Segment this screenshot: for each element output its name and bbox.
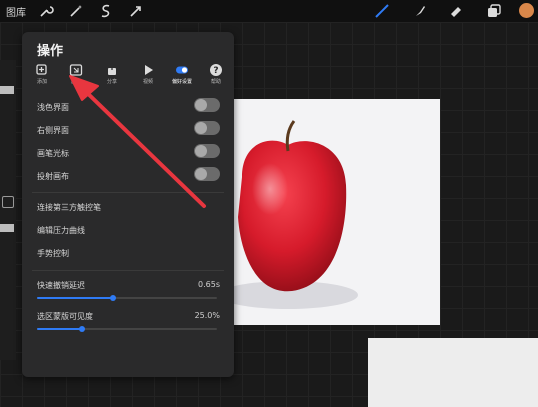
help-icon: ? (210, 64, 222, 76)
smudge-icon[interactable] (412, 3, 428, 19)
eraser-icon[interactable] (448, 3, 464, 19)
tab-add[interactable]: 添加 (27, 62, 57, 92)
side-toolbar (0, 60, 16, 360)
slider-label-selection-mask: 选区蒙版可见度 (37, 312, 93, 321)
add-icon (36, 64, 47, 75)
wrench-icon[interactable] (38, 3, 54, 19)
selection-icon[interactable] (98, 3, 114, 19)
toggle-light-interface[interactable] (194, 98, 220, 112)
canvas-image (232, 99, 440, 325)
toggle-label-light-interface: 浅色界面 (37, 103, 69, 112)
divider (32, 270, 224, 271)
slider-undo-delay[interactable] (37, 295, 217, 301)
canvas-corner (368, 338, 538, 407)
tab-preferences[interactable]: 偏好设置 (167, 62, 197, 92)
transform-icon[interactable] (128, 3, 144, 19)
modify-button[interactable] (2, 196, 14, 208)
slider-value-undo-delay: 0.65s (198, 280, 220, 289)
brush-icon[interactable] (374, 3, 390, 19)
canvas-icon (69, 64, 83, 76)
prefs-toggle-icon (176, 66, 188, 74)
actions-tabs: 添加 画布 分享 视频 偏好设置 ? 帮助 (27, 62, 229, 92)
slider-label-undo-delay: 快速撤销延迟 (37, 281, 85, 290)
magic-wand-icon[interactable] (68, 3, 84, 19)
toggle-label-brush-cursor: 画笔光标 (37, 149, 69, 158)
color-swatch[interactable] (519, 3, 534, 18)
slider-value-selection-mask: 25.0% (194, 311, 220, 320)
svg-text:?: ? (213, 66, 218, 76)
share-icon (108, 63, 116, 75)
toggle-project-canvas[interactable] (194, 167, 220, 181)
video-icon (145, 65, 153, 75)
link-connect-stylus[interactable]: 连接第三方触控笔 (37, 202, 101, 213)
tab-canvas[interactable]: 画布 (61, 62, 91, 92)
layers-icon[interactable] (486, 3, 502, 19)
toggle-brush-cursor[interactable] (194, 144, 220, 158)
tab-video[interactable]: 视频 (133, 62, 163, 92)
apple-image (232, 120, 358, 309)
link-gesture-controls[interactable]: 手势控制 (37, 248, 69, 259)
toggle-right-interface[interactable] (194, 121, 220, 135)
slider-selection-mask[interactable] (37, 326, 217, 332)
top-bar: 图库 (0, 0, 538, 22)
gallery-button[interactable]: 图库 (6, 4, 26, 19)
divider (32, 192, 224, 193)
opacity-slider[interactable] (0, 224, 14, 232)
slider-knob[interactable] (79, 326, 85, 332)
slider-knob[interactable] (109, 295, 116, 301)
tab-share[interactable]: 分享 (97, 62, 127, 92)
toggle-label-project-canvas: 投射画布 (37, 172, 69, 181)
toggle-label-right-interface: 右侧界面 (37, 126, 69, 135)
actions-panel: 操作 添加 画布 分享 视频 偏好设置 ? 帮助 浅色界面 右侧界面 画笔光标 (22, 32, 234, 377)
tab-help[interactable]: ? 帮助 (201, 62, 231, 92)
brush-size-slider[interactable] (0, 86, 14, 94)
link-pressure-curve[interactable]: 编辑压力曲线 (37, 225, 85, 236)
panel-title: 操作 (37, 44, 64, 59)
